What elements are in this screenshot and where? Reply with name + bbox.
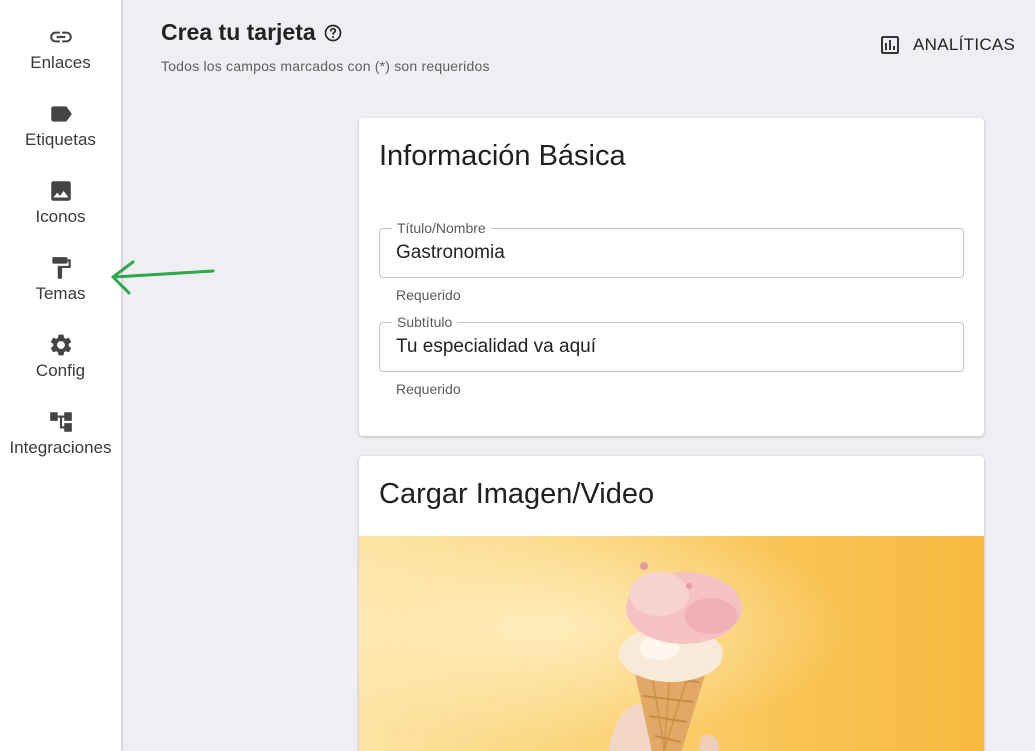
page-title: Crea tu tarjeta — [161, 19, 343, 46]
sidebar-item-iconos[interactable]: Iconos — [0, 178, 121, 242]
integrations-icon — [49, 412, 72, 432]
sidebar-item-enlaces[interactable]: Enlaces — [0, 24, 121, 88]
analytics-label: ANALÍTICAS — [913, 35, 1016, 54]
title-helper-text: Requerido — [396, 287, 461, 303]
basic-info-title: Información Básica — [379, 140, 626, 172]
title-input[interactable] — [380, 229, 963, 277]
sidebar-item-integraciones[interactable]: Integraciones — [0, 409, 121, 473]
label-icon — [50, 106, 72, 122]
sidebar-item-config[interactable]: Config — [0, 332, 121, 396]
subtitle-helper-text: Requerido — [396, 381, 461, 397]
sidebar-item-label: Config — [35, 361, 86, 380]
link-icon — [49, 31, 72, 43]
basic-info-card: Información Básica Título/Nombre Requeri… — [359, 118, 984, 436]
annotation-arrow — [111, 260, 215, 295]
media-upload-title: Cargar Imagen/Video — [379, 478, 655, 510]
sidebar-item-temas[interactable]: Temas — [0, 255, 121, 319]
analytics-button[interactable]: ANALÍTICAS — [878, 30, 1015, 60]
image-icon — [50, 181, 71, 201]
media-preview-image[interactable] — [359, 536, 984, 751]
sidebar-item-etiquetas[interactable]: Etiquetas — [0, 101, 121, 165]
bar-chart-icon — [881, 36, 899, 54]
subtitle-input[interactable] — [380, 323, 963, 371]
sidebar-item-label: Temas — [35, 284, 86, 303]
ice-cream-illustration — [359, 536, 984, 751]
page-subtitle: Todos los campos marcados con (*) son re… — [161, 58, 490, 74]
sidebar-item-label: Integraciones — [9, 438, 112, 457]
paint-roller-icon — [51, 257, 71, 279]
help-icon[interactable] — [323, 23, 343, 43]
title-field[interactable]: Título/Nombre — [379, 220, 964, 278]
page-title-text: Crea tu tarjeta — [161, 19, 316, 45]
sidebar-item-label: Enlaces — [30, 53, 91, 72]
sidebar-item-label: Iconos — [35, 207, 86, 226]
media-upload-card: Cargar Imagen/Video — [359, 456, 984, 751]
sidebar: Enlaces Etiquetas Iconos Temas Config In… — [0, 0, 121, 751]
gear-icon — [50, 334, 71, 356]
sidebar-item-label: Etiquetas — [25, 130, 96, 149]
subtitle-field[interactable]: Subtítulo — [379, 314, 964, 372]
